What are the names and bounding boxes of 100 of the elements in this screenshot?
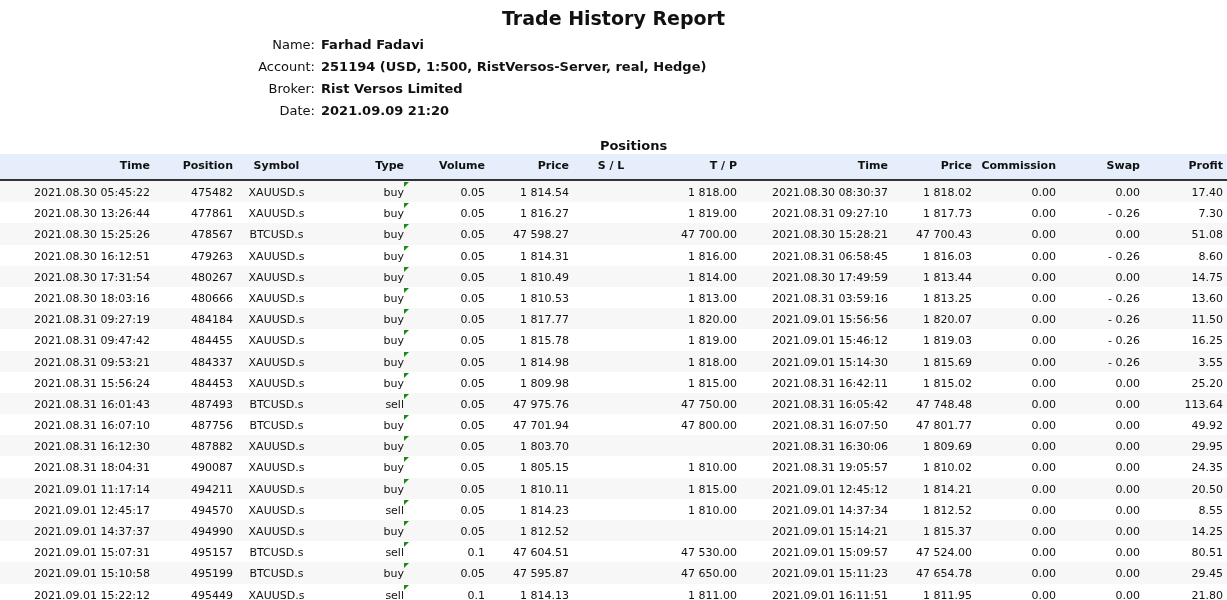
info-label: Account: [257,58,315,77]
info-label: Name: [271,36,315,55]
table-cell-text: buy [383,524,404,540]
table-cell: 0.00 [1031,503,1056,517]
table-cell: 1 812.52 [923,503,972,517]
table-cell: 17.40 [1191,186,1223,199]
table-cell: 49.92 [1191,419,1223,433]
table-cell: 21.80 [1191,588,1223,600]
table-cell: - 0.26 [1108,334,1140,348]
table-cell: 2021.09.01 14:37:34 [772,503,888,517]
table-cell: 47 595.87 [513,567,569,581]
table-cell: 47 598.27 [513,228,569,242]
column-header: Price [537,159,569,173]
table-cell: 0.05 [460,313,485,327]
table-cell: 0.00 [1031,546,1056,560]
info-value: 2021.09.09 21:20 [321,102,450,121]
column-header: Time [857,159,888,173]
table-cell: 0.00 [1115,546,1140,560]
comment-marker-icon [404,245,409,251]
table-cell: 0.00 [1031,376,1056,390]
table-cell: XAUUSD.s [248,291,305,305]
table-cell: 2021.09.01 15:14:21 [772,525,888,538]
table-cell: 2021.08.30 15:25:26 [34,228,150,242]
column-header: Position [182,159,233,173]
table-cell: 2021.08.31 16:01:43 [34,397,150,411]
table-cell: 2021.08.30 13:26:44 [34,207,150,221]
table-cell: 0.00 [1031,228,1056,242]
table-cell: 2021.09.01 15:07:31 [34,546,150,560]
table-cell: 487756 [191,419,233,433]
table-cell: 1 820.07 [923,313,972,327]
table-cell: 2021.08.31 16:05:42 [772,397,888,411]
table-cell: 8.60 [1198,249,1223,263]
table-cell: 113.64 [1184,397,1223,411]
table-cell: 1 818.00 [688,186,737,199]
table-cell: 2021.09.01 14:37:37 [34,525,150,538]
table-cell: 29.95 [1191,440,1223,454]
table-cell: 47 650.00 [681,567,737,581]
table-cell-text: buy [383,481,404,498]
table-cell: 47 524.00 [916,546,972,560]
table-cell: 0.00 [1031,313,1056,327]
column-header: Type [375,159,404,173]
table-cell: 2021.08.30 08:30:37 [772,186,888,199]
table-cell: 479263 [191,249,233,263]
table-cell-text: buy [383,185,404,201]
table-cell: 2021.08.31 16:07:50 [772,419,888,433]
table-cell: XAUUSD.s [248,270,305,284]
comment-marker-icon [404,499,409,505]
comment-marker-icon [404,287,409,293]
table-cell-text: buy [383,312,404,329]
table-cell: 484453 [191,376,233,390]
table-cell: 0.1 [467,588,485,600]
table-cell: 2021.08.31 09:53:21 [34,355,150,369]
table-cell: 1 815.00 [688,376,737,390]
table-cell: 2021.08.31 15:56:24 [34,376,150,390]
comment-marker-icon [404,393,409,399]
table-cell: 0.00 [1031,291,1056,305]
column-header: Profit [1188,159,1223,173]
table-cell: 2021.08.31 06:58:45 [772,249,888,263]
table-cell: 2021.09.01 15:22:12 [34,588,150,600]
table-cell: 1 815.02 [923,376,972,390]
table-cell: 2021.08.31 16:30:06 [772,440,888,454]
comment-marker-icon [404,203,409,209]
table-cell: 1 813.00 [688,291,737,305]
comment-marker-icon [404,478,409,484]
table-cell-text: buy [383,248,404,265]
table-cell: 487493 [191,397,233,411]
section-title: Positions [599,137,668,154]
column-header: Volume [439,159,485,173]
table-cell: 495449 [191,588,233,600]
comment-marker-icon [404,224,409,230]
table-cell: 2021.08.31 09:47:42 [34,334,150,348]
table-cell: 1 810.11 [520,482,569,496]
column-header: Swap [1106,159,1140,173]
comment-marker-icon [404,372,409,378]
column-header: Commission [981,159,1056,173]
table-cell: 1 810.49 [520,270,569,284]
table-cell: XAUUSD.s [248,249,305,263]
table-cell: XAUUSD.s [248,588,305,600]
table-cell-text: buy [383,227,404,244]
table-cell: 1 816.27 [520,207,569,221]
table-cell: 47 801.77 [916,419,972,433]
table-cell: 2021.09.01 12:45:12 [772,482,888,496]
table-cell: 47 750.00 [681,397,737,411]
table-cell: 1 819.03 [923,334,972,348]
table-cell: 1 805.15 [520,461,569,475]
table-cell: 0.00 [1115,440,1140,454]
table-cell: 0.00 [1031,482,1056,496]
table-cell: 0.00 [1031,186,1056,199]
table-cell: XAUUSD.s [248,525,305,538]
table-cell: XAUUSD.s [248,334,305,348]
table-cell: 1 819.00 [688,207,737,221]
table-cell: 25.20 [1191,376,1223,390]
table-cell-text: buy [383,439,404,456]
table-cell: 2021.08.30 05:45:22 [34,186,150,199]
table-cell: 0.00 [1115,525,1140,538]
table-cell: 7.30 [1198,207,1223,221]
table-cell: XAUUSD.s [248,355,305,369]
table-cell: 1 814.13 [520,588,569,600]
table-cell: 1 812.52 [520,525,569,538]
table-cell: 0.05 [460,525,485,538]
